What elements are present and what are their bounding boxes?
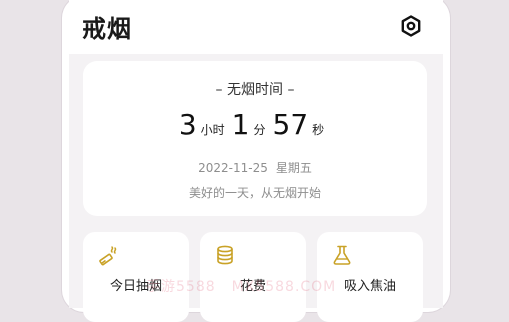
app-screen: 戒烟 – 无烟时间 – 3 小时 1 分 57 秒 2022-11-25 星期五 美好的一天… xyxy=(69,0,443,322)
page-title: 戒烟 xyxy=(82,15,132,43)
motto-text: 美好的一天，从无烟开始 xyxy=(188,186,321,200)
weekday-text: 星期五 xyxy=(275,161,312,175)
hours-unit: 小时 xyxy=(200,123,225,137)
smoke-free-time-card: – 无烟时间 – 3 小时 1 分 57 秒 2022-11-25 星期五 美好的一天，从无… xyxy=(83,61,427,216)
section-title: – 无烟时间 – xyxy=(215,82,295,98)
watermark-text: MX5588.COM xyxy=(231,279,337,295)
flask-icon xyxy=(333,245,351,265)
settings-button[interactable] xyxy=(399,14,423,38)
cigarette-icon xyxy=(99,246,117,266)
date-text: 2022-11-25 xyxy=(198,161,268,175)
minutes-unit: 分 xyxy=(253,123,266,137)
app-header: 戒烟 xyxy=(69,0,443,54)
hours-value: 3 xyxy=(178,108,197,141)
smoke-free-timer: 3 小时 1 分 57 秒 xyxy=(83,108,427,141)
seconds-unit: 秒 xyxy=(312,123,325,137)
date-line: 2022-11-25 星期五 xyxy=(83,159,427,176)
settings-hexagon-icon xyxy=(401,15,421,37)
watermark-text: 手游5588 xyxy=(146,279,216,295)
seconds-value: 57 xyxy=(272,108,309,141)
minutes-value: 1 xyxy=(231,108,250,141)
coins-icon xyxy=(217,245,233,265)
watermark: 手游5588 MX5588.COM xyxy=(146,276,336,296)
